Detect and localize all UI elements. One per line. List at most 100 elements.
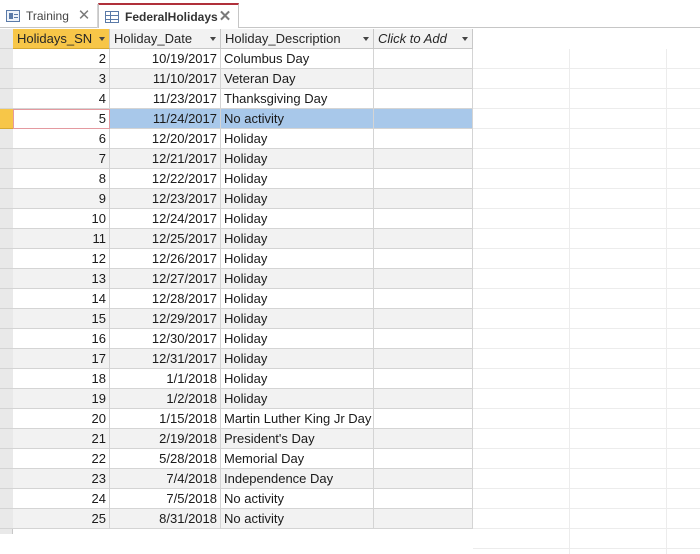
table-row[interactable]: 22 5/28/2018 Memorial Day [13, 449, 473, 469]
cell-holidays-sn[interactable]: 12 [13, 249, 110, 269]
cell-click-to-add[interactable] [374, 329, 473, 349]
cell-holiday-description[interactable]: Holiday [221, 229, 374, 249]
cell-click-to-add[interactable] [374, 169, 473, 189]
cell-holiday-description[interactable]: Columbus Day [221, 49, 374, 69]
table-row[interactable]: 2 10/19/2017 Columbus Day [13, 49, 473, 69]
table-row[interactable]: 9 12/23/2017 Holiday [13, 189, 473, 209]
table-row[interactable]: 24 7/5/2018 No activity [13, 489, 473, 509]
cell-holiday-description[interactable]: Holiday [221, 369, 374, 389]
cell-holidays-sn[interactable]: 14 [13, 289, 110, 309]
column-header-holidays-sn[interactable]: Holidays_SN [13, 29, 110, 49]
table-row[interactable]: 3 11/10/2017 Veteran Day [13, 69, 473, 89]
cell-click-to-add[interactable] [374, 269, 473, 289]
cell-click-to-add[interactable] [374, 289, 473, 309]
record-selector[interactable] [0, 249, 13, 269]
cell-holiday-description[interactable]: Holiday [221, 249, 374, 269]
record-selector[interactable] [0, 69, 13, 89]
cell-holiday-description[interactable]: Holiday [221, 149, 374, 169]
cell-holiday-date[interactable]: 5/28/2018 [110, 449, 221, 469]
cell-holiday-description[interactable]: Holiday [221, 329, 374, 349]
chevron-down-icon[interactable] [462, 37, 468, 41]
cell-holiday-date[interactable]: 7/4/2018 [110, 469, 221, 489]
cell-holidays-sn[interactable]: 25 [13, 509, 110, 529]
cell-click-to-add[interactable] [374, 369, 473, 389]
cell-holidays-sn[interactable]: 8 [13, 169, 110, 189]
cell-holidays-sn[interactable]: 18 [13, 369, 110, 389]
chevron-down-icon[interactable] [363, 37, 369, 41]
column-header-click-to-add[interactable]: Click to Add [374, 29, 473, 49]
cell-holiday-date[interactable]: 12/27/2017 [110, 269, 221, 289]
select-all-corner[interactable] [0, 29, 13, 49]
cell-holidays-sn[interactable]: 15 [13, 309, 110, 329]
table-row[interactable]: 7 12/21/2017 Holiday [13, 149, 473, 169]
cell-holiday-date[interactable]: 12/25/2017 [110, 229, 221, 249]
cell-holiday-date[interactable]: 1/2/2018 [110, 389, 221, 409]
record-selector[interactable] [0, 209, 13, 229]
cell-holiday-date[interactable]: 11/24/2017 [110, 109, 221, 129]
record-selector[interactable] [0, 129, 13, 149]
cell-click-to-add[interactable] [374, 469, 473, 489]
cell-holidays-sn[interactable]: 2 [13, 49, 110, 69]
table-row[interactable]: 15 12/29/2017 Holiday [13, 309, 473, 329]
record-selector[interactable] [0, 169, 13, 189]
cell-holiday-description[interactable]: Martin Luther King Jr Day [221, 409, 374, 429]
record-selector[interactable] [0, 489, 13, 509]
cell-holidays-sn[interactable]: 24 [13, 489, 110, 509]
table-row[interactable]: 12 12/26/2017 Holiday [13, 249, 473, 269]
table-row[interactable]: 16 12/30/2017 Holiday [13, 329, 473, 349]
cell-holidays-sn[interactable]: 10 [13, 209, 110, 229]
cell-click-to-add[interactable] [374, 109, 473, 129]
cell-click-to-add[interactable] [374, 149, 473, 169]
record-selector[interactable] [0, 309, 13, 329]
table-row[interactable]: 10 12/24/2017 Holiday [13, 209, 473, 229]
cell-holidays-sn[interactable]: 9 [13, 189, 110, 209]
record-selector[interactable] [0, 409, 13, 429]
cell-holidays-sn[interactable]: 21 [13, 429, 110, 449]
chevron-down-icon[interactable] [99, 37, 105, 41]
cell-holiday-description[interactable]: Holiday [221, 209, 374, 229]
cell-click-to-add[interactable] [374, 429, 473, 449]
cell-holiday-description[interactable]: Veteran Day [221, 69, 374, 89]
cell-holiday-description[interactable]: Holiday [221, 169, 374, 189]
cell-holiday-description[interactable]: Holiday [221, 389, 374, 409]
cell-holiday-date[interactable]: 2/19/2018 [110, 429, 221, 449]
cell-holidays-sn[interactable]: 19 [13, 389, 110, 409]
record-selector[interactable] [0, 389, 13, 409]
record-selector[interactable] [0, 89, 13, 109]
table-row[interactable]: 14 12/28/2017 Holiday [13, 289, 473, 309]
cell-holiday-date[interactable]: 12/26/2017 [110, 249, 221, 269]
record-selector[interactable] [0, 469, 13, 489]
table-row[interactable]: 13 12/27/2017 Holiday [13, 269, 473, 289]
cell-holiday-description[interactable]: Independence Day [221, 469, 374, 489]
tab-federal-holidays[interactable]: FederalHolidays ✕ [98, 3, 239, 28]
cell-holiday-date[interactable]: 11/23/2017 [110, 89, 221, 109]
record-selector[interactable] [0, 369, 13, 389]
cell-holiday-description[interactable]: Holiday [221, 269, 374, 289]
table-row[interactable]: 6 12/20/2017 Holiday [13, 129, 473, 149]
cell-holiday-description[interactable]: Holiday [221, 309, 374, 329]
cell-click-to-add[interactable] [374, 209, 473, 229]
table-row[interactable]: 21 2/19/2018 President's Day [13, 429, 473, 449]
cell-holidays-sn[interactable]: 16 [13, 329, 110, 349]
record-selector[interactable] [0, 329, 13, 349]
cell-click-to-add[interactable] [374, 249, 473, 269]
table-row[interactable]: 4 11/23/2017 Thanksgiving Day [13, 89, 473, 109]
record-selector[interactable] [0, 349, 13, 369]
column-header-holiday-description[interactable]: Holiday_Description [221, 29, 374, 49]
cell-holidays-sn[interactable]: 22 [13, 449, 110, 469]
cell-click-to-add[interactable] [374, 449, 473, 469]
close-icon[interactable]: ✕ [77, 8, 91, 23]
record-selector[interactable] [0, 289, 13, 309]
table-row[interactable]: 8 12/22/2017 Holiday [13, 169, 473, 189]
cell-click-to-add[interactable] [374, 129, 473, 149]
cell-holidays-sn[interactable]: 11 [13, 229, 110, 249]
cell-holiday-date[interactable]: 12/23/2017 [110, 189, 221, 209]
cell-holidays-sn[interactable]: 13 [13, 269, 110, 289]
cell-holiday-description[interactable]: Holiday [221, 189, 374, 209]
cell-holiday-date[interactable]: 12/20/2017 [110, 129, 221, 149]
record-selector[interactable] [0, 49, 13, 69]
cell-holiday-date[interactable]: 1/15/2018 [110, 409, 221, 429]
cell-holiday-date[interactable]: 7/5/2018 [110, 489, 221, 509]
cell-click-to-add[interactable] [374, 49, 473, 69]
cell-holiday-date[interactable]: 12/28/2017 [110, 289, 221, 309]
